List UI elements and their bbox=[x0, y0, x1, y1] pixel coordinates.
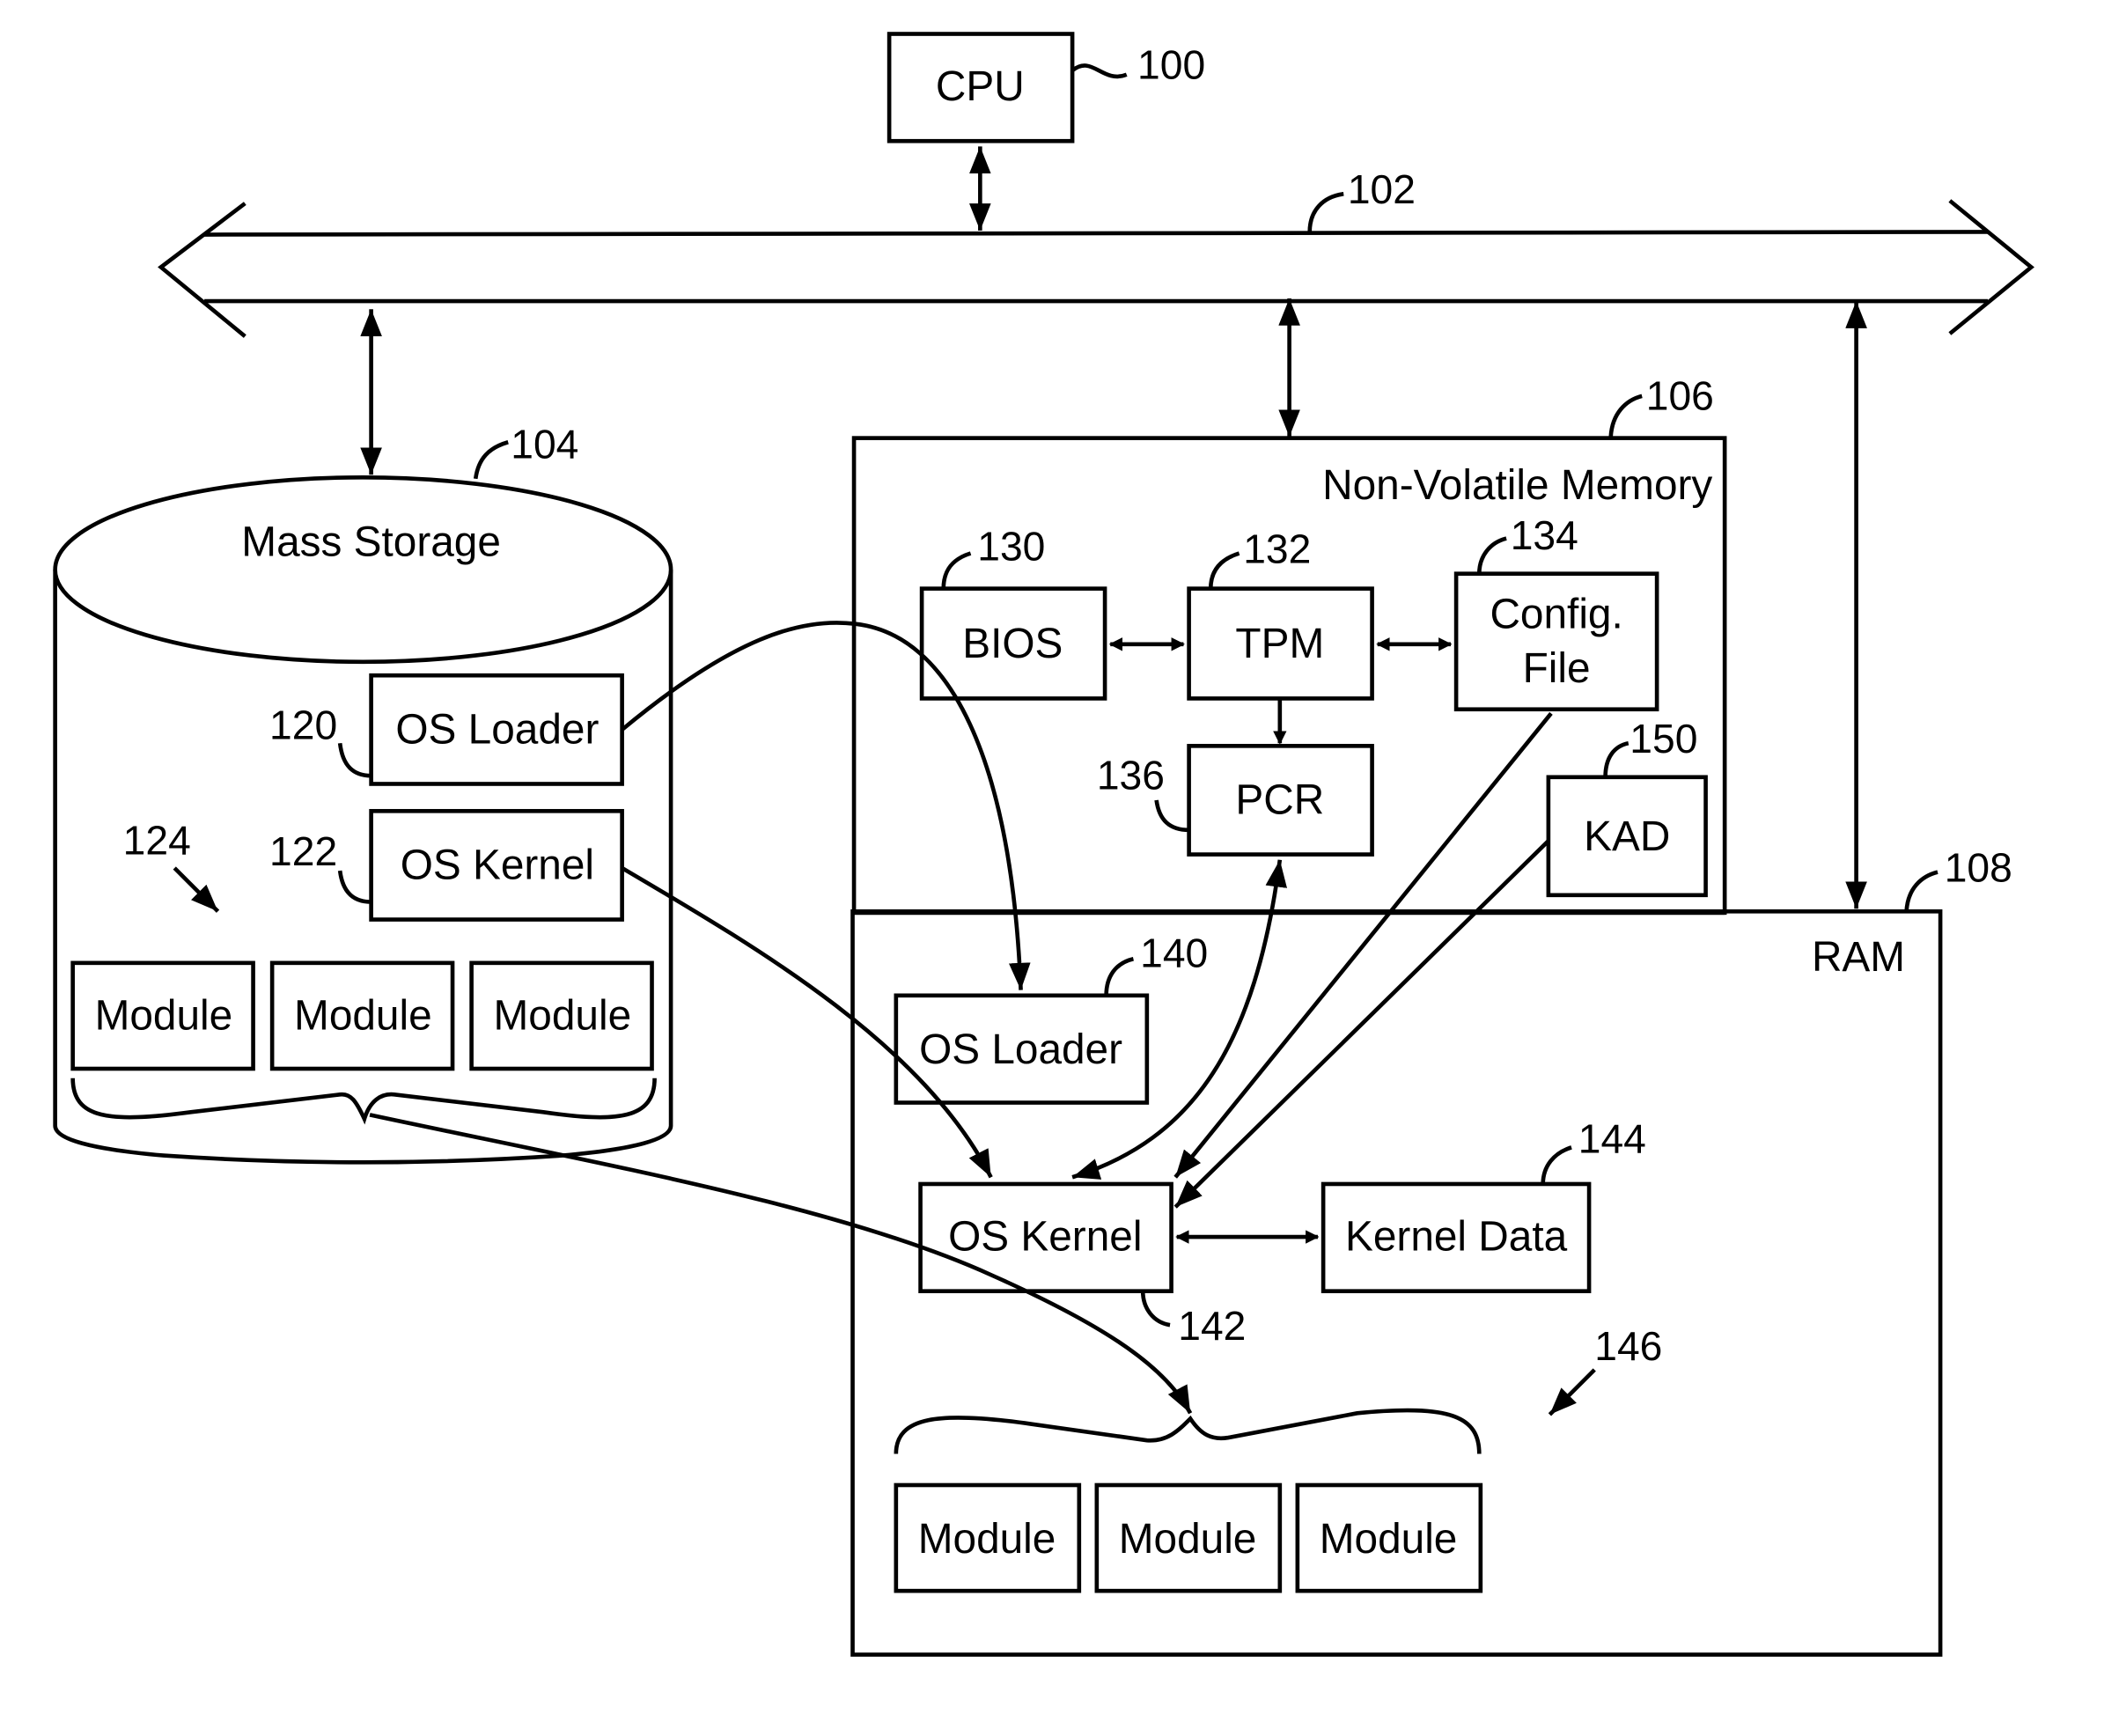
storage-module-3-label: Module bbox=[494, 992, 632, 1039]
ram-os-loader-ref: 140 bbox=[1140, 930, 1208, 975]
bios-label: BIOS bbox=[962, 621, 1063, 667]
ram-os-loader-label: OS Loader bbox=[919, 1026, 1122, 1073]
kernel-data-ref-leader bbox=[1541, 1145, 1572, 1185]
ram-ref-leader bbox=[1904, 870, 1938, 912]
storage-os-kernel-ref: 122 bbox=[269, 828, 337, 874]
bios-block: BIOS bbox=[919, 586, 1107, 701]
storage-module-3: Module bbox=[469, 960, 654, 1071]
storage-module-1: Module bbox=[70, 960, 255, 1071]
config-file-block: Config. File bbox=[1453, 571, 1659, 712]
cpu-block: CPU bbox=[886, 32, 1075, 143]
config-file-label-line2: File bbox=[1523, 645, 1591, 692]
ram-module-2: Module bbox=[1094, 1482, 1283, 1593]
ram-label: RAM bbox=[1812, 934, 1905, 981]
storage-os-loader: OS Loader bbox=[369, 673, 624, 786]
kernel-data-label: Kernel Data bbox=[1345, 1213, 1568, 1260]
bus-ref-leader bbox=[1307, 192, 1344, 232]
mass-storage-label: Mass Storage bbox=[241, 519, 501, 566]
bios-ref: 130 bbox=[977, 523, 1045, 569]
tpm-label: TPM bbox=[1235, 621, 1324, 667]
pcr-ref: 136 bbox=[1097, 753, 1165, 798]
bus-ref: 102 bbox=[1348, 166, 1416, 212]
kad-label: KAD bbox=[1584, 813, 1670, 860]
ram-os-kernel-label: OS Kernel bbox=[948, 1213, 1142, 1260]
pcr-block: PCR bbox=[1187, 744, 1374, 857]
storage-os-kernel-label: OS Kernel bbox=[401, 842, 594, 888]
system-bus bbox=[158, 199, 2034, 338]
ram-os-kernel-ref: 142 bbox=[1178, 1303, 1246, 1349]
ram-module-3: Module bbox=[1295, 1482, 1483, 1593]
config-ref: 134 bbox=[1511, 512, 1578, 558]
storage-os-kernel: OS Kernel bbox=[369, 808, 624, 922]
storage-module-2: Module bbox=[269, 960, 455, 1071]
ram-os-kernel-ref-leader bbox=[1140, 1291, 1171, 1328]
ram-module-1-label: Module bbox=[918, 1516, 1056, 1563]
ram-modules-pointer bbox=[1548, 1368, 1596, 1416]
ram-os-kernel: OS Kernel bbox=[918, 1181, 1173, 1293]
cpu-label: CPU bbox=[936, 63, 1025, 110]
ram-modules-ref: 146 bbox=[1594, 1323, 1662, 1369]
ram-os-loader: OS Loader bbox=[894, 993, 1150, 1105]
kad-block: KAD bbox=[1546, 775, 1708, 898]
storage-ref: 104 bbox=[511, 422, 578, 467]
tpm-block: TPM bbox=[1187, 586, 1374, 701]
storage-os-loader-label: OS Loader bbox=[395, 706, 599, 753]
nvm-ref-leader bbox=[1608, 394, 1643, 438]
cpu-ref: 100 bbox=[1137, 41, 1205, 87]
kernel-data-ref: 144 bbox=[1578, 1116, 1646, 1162]
ram-module-3-label: Module bbox=[1320, 1516, 1458, 1563]
ram-ref: 108 bbox=[1945, 844, 2012, 890]
system-diagram: CPU 100 102 Mass Storage 104 OS Loader 1… bbox=[53, 32, 2034, 1657]
storage-module-2-label: Module bbox=[294, 992, 432, 1039]
storage-modules-ref: 124 bbox=[123, 818, 191, 864]
pcr-label: PCR bbox=[1235, 776, 1324, 823]
ram-module-1: Module bbox=[894, 1482, 1082, 1593]
kad-ref: 150 bbox=[1629, 716, 1697, 761]
nvm-ref: 106 bbox=[1646, 372, 1714, 418]
nvm-label: Non-Volatile Memory bbox=[1322, 462, 1712, 509]
kernel-data-block: Kernel Data bbox=[1321, 1181, 1592, 1293]
storage-ref-leader bbox=[473, 440, 509, 480]
ram-modules-brace bbox=[894, 1408, 1482, 1454]
ram-module-2-label: Module bbox=[1119, 1516, 1257, 1563]
config-file-label-line1: Config. bbox=[1490, 591, 1622, 637]
storage-os-loader-ref: 120 bbox=[269, 702, 337, 748]
tpm-ref: 132 bbox=[1243, 526, 1311, 571]
ram-os-loader-ref-leader bbox=[1104, 956, 1135, 996]
storage-module-1-label: Module bbox=[95, 992, 233, 1039]
cpu-ref-leader bbox=[1070, 63, 1128, 79]
